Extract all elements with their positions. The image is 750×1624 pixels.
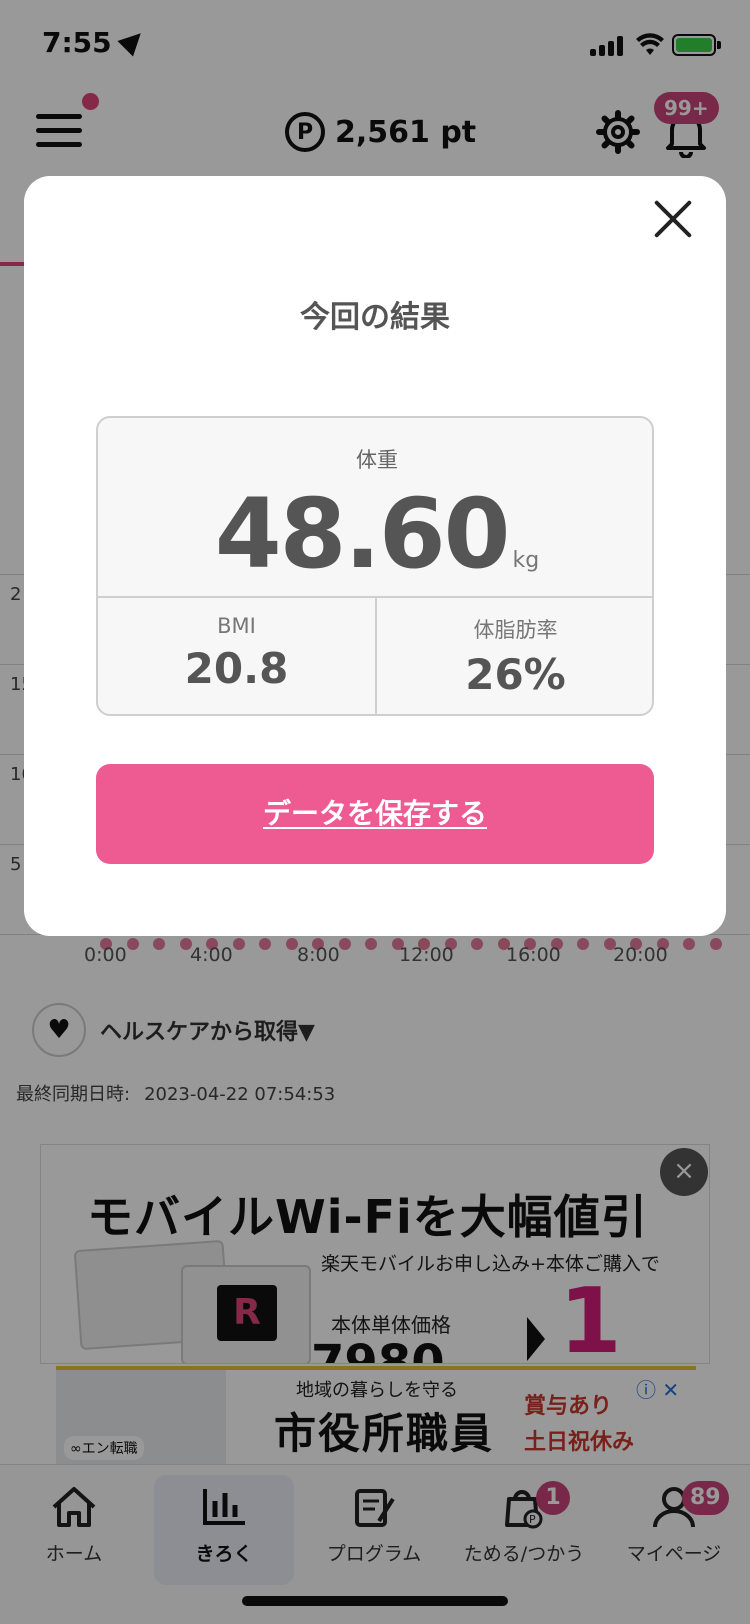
result-modal: 今回の結果 体重 48.60 kg BMI 20.8 体脂肪率 26% データを保…	[24, 176, 726, 936]
bmi-value: 20.8	[184, 644, 289, 693]
result-card: 体重 48.60 kg BMI 20.8 体脂肪率 26%	[96, 416, 654, 716]
body-fat-stat: 体脂肪率 26%	[377, 614, 652, 699]
weight-label: 体重	[356, 448, 398, 472]
body-fat-value: 26%	[465, 650, 566, 699]
bmi-label: BMI	[217, 614, 256, 638]
weight-row: 48.60 kg	[98, 478, 652, 590]
save-data-button[interactable]: データを保存する	[96, 764, 654, 864]
bmi-stat: BMI 20.8	[98, 614, 375, 693]
weight-unit: kg	[512, 548, 540, 573]
weight-value: 48.60	[214, 478, 511, 590]
body-fat-label: 体脂肪率	[473, 618, 558, 642]
close-icon[interactable]	[650, 196, 696, 242]
modal-title: 今回の結果	[300, 300, 450, 335]
